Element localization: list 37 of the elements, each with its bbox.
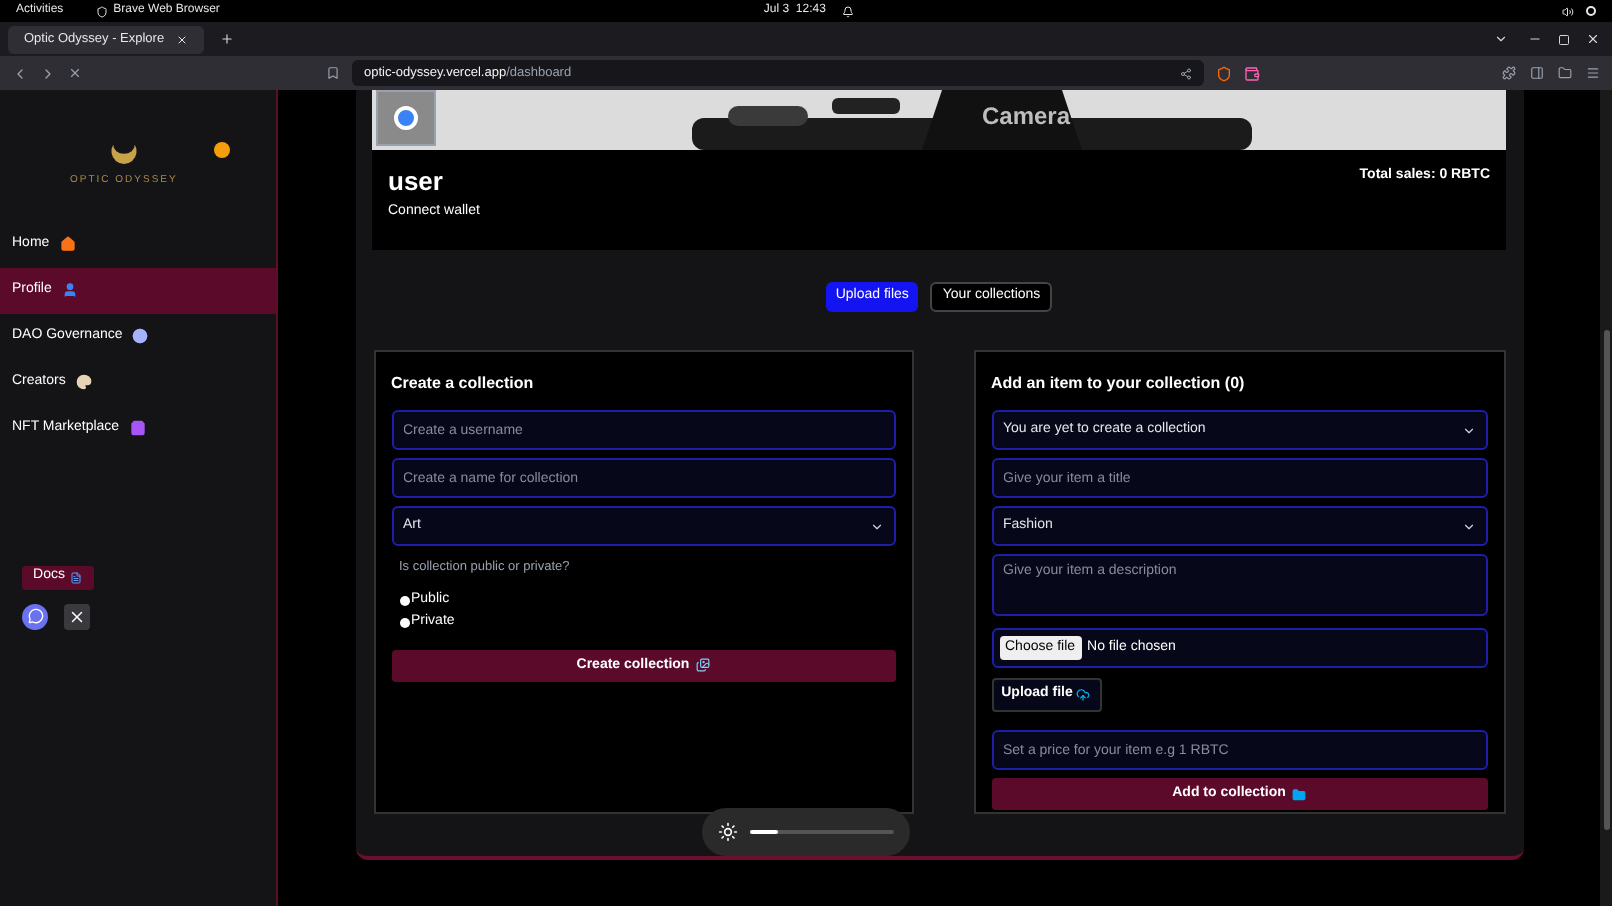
stop-icon[interactable] xyxy=(68,66,82,80)
close-icon[interactable] xyxy=(1586,32,1600,46)
x-icon[interactable] xyxy=(64,603,90,629)
chevron-icon[interactable] xyxy=(1494,32,1508,46)
share-icon[interactable] xyxy=(1180,67,1192,79)
new-tab-icon[interactable] xyxy=(220,32,234,46)
volume-icon xyxy=(1562,5,1574,17)
sidebar-icon[interactable] xyxy=(1530,66,1544,80)
theme-toggle[interactable] xyxy=(213,142,230,158)
folder-icon xyxy=(1291,787,1306,801)
back-icon[interactable] xyxy=(12,65,28,81)
radio-button[interactable] xyxy=(399,595,409,605)
card-title: Create a collection xyxy=(391,372,536,396)
chevron-icon xyxy=(1461,423,1475,437)
menu-icon[interactable] xyxy=(1586,66,1600,80)
brightness-icon xyxy=(718,822,738,842)
banner-caption: Camera xyxy=(982,100,1071,134)
extension-icon[interactable] xyxy=(1502,66,1516,80)
bell-icon xyxy=(841,5,854,17)
images-icon xyxy=(695,658,710,673)
shield-icon[interactable] xyxy=(1216,65,1232,81)
shield-icon xyxy=(95,5,108,17)
document-icon xyxy=(70,571,83,583)
power-icon xyxy=(1586,6,1596,16)
card-title: Add an item to your collection (0) xyxy=(991,372,1247,396)
maximize-icon[interactable] xyxy=(1558,33,1570,45)
forward-icon[interactable] xyxy=(40,65,56,81)
user-name: user xyxy=(388,164,445,200)
chevron-icon xyxy=(1461,519,1475,533)
chat-icon[interactable] xyxy=(22,603,48,629)
close-icon[interactable] xyxy=(176,33,188,45)
radio-button[interactable] xyxy=(399,618,409,628)
chevron-icon xyxy=(869,519,883,533)
bookmark-icon[interactable] xyxy=(326,66,340,80)
minimize-icon[interactable] xyxy=(1528,32,1542,46)
cloud-upload-icon xyxy=(1076,688,1091,702)
avatar-icon xyxy=(376,90,436,146)
